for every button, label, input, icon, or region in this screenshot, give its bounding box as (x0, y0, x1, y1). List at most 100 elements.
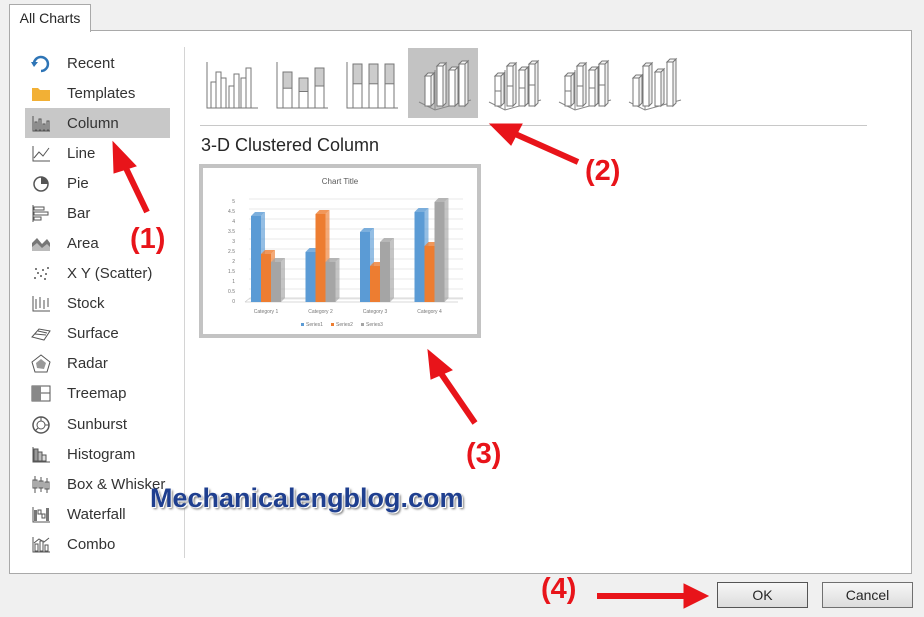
tab-all-charts[interactable]: All Charts (9, 4, 91, 32)
y-tick-label: 4.5 (228, 209, 235, 215)
x-tick-label: Category 4 (417, 309, 442, 315)
bar-series3-4 (434, 202, 445, 302)
annotation-label-3: (3) (466, 438, 502, 470)
arrowhead-4 (683, 583, 710, 609)
category-label: Sunburst (67, 415, 128, 433)
bar-series3-1 (271, 262, 281, 302)
category-label: Line (67, 144, 96, 162)
subtype-3d-100-stacked-column[interactable] (548, 48, 618, 118)
waterfall-chart-icon (30, 504, 52, 524)
annotation-label-2: (2) (585, 155, 621, 187)
column-chart-icon (30, 113, 52, 133)
3d-stacked-column-thumbnail-icon (488, 59, 542, 111)
stock-chart-icon (30, 294, 52, 314)
bar-series1-1 (251, 216, 261, 302)
annotation-label-4: (4) (541, 573, 577, 605)
category-item-x-y-scatter[interactable]: X Y (Scatter) (25, 259, 185, 289)
bar-series1-2 (305, 252, 316, 302)
line-chart-icon (30, 143, 52, 163)
bar-series2-3 (370, 266, 380, 302)
scatter-chart-icon (30, 264, 52, 284)
legend-entry: Series3 (366, 322, 383, 328)
box-whisker-chart-icon (30, 474, 52, 494)
x-tick-label: Category 2 (308, 309, 333, 315)
subtype-stacked-column[interactable] (268, 48, 338, 118)
y-tick-label: 2.5 (228, 249, 235, 255)
category-label: Surface (67, 325, 119, 343)
3d-column-thumbnail-icon (628, 57, 682, 111)
folder-icon (30, 83, 52, 103)
bar-series2-2 (315, 214, 326, 302)
category-item-treemap[interactable]: Treemap (25, 379, 185, 409)
preview-chart-title: Chart Title (322, 177, 359, 186)
surface-chart-icon (30, 324, 52, 344)
recent-icon (30, 53, 52, 73)
category-label: Recent (67, 54, 115, 72)
stacked-column-thumbnail-icon (276, 62, 328, 109)
area-chart-icon (30, 234, 52, 254)
x-tick-label: Category 3 (363, 309, 388, 315)
ok-button[interactable]: OK (717, 582, 808, 608)
bar-series2-4 (424, 246, 435, 302)
y-tick-label: 1 (232, 279, 235, 285)
bar-series2-1 (261, 254, 271, 302)
category-label: Bar (67, 204, 91, 222)
category-item-stock[interactable]: Stock (25, 289, 185, 319)
bar-chart-icon (30, 203, 52, 223)
category-item-recent[interactable]: Recent (25, 48, 185, 78)
category-item-surface[interactable]: Surface (25, 319, 185, 349)
subtype-3d-clustered-column[interactable] (408, 48, 478, 118)
pie-chart-icon (30, 173, 52, 193)
combo-chart-icon (30, 534, 52, 554)
y-tick-label: 0.5 (228, 289, 235, 295)
category-label: X Y (Scatter) (67, 265, 153, 283)
category-item-histogram[interactable]: Histogram (25, 439, 185, 469)
subtype-100-stacked-column[interactable] (338, 48, 408, 118)
watermark-text: Mechanicalengblog.com (150, 483, 464, 513)
category-item-templates[interactable]: Templates (25, 78, 185, 108)
histogram-chart-icon (30, 444, 52, 464)
category-label: Area (67, 235, 99, 253)
bar-series3-3 (380, 242, 390, 302)
category-label: Radar (67, 355, 108, 373)
legend-swatch (301, 323, 304, 326)
radar-chart-icon (30, 354, 52, 374)
cancel-button[interactable]: Cancel (822, 582, 913, 608)
bar-side (390, 238, 394, 302)
treemap-chart-icon (30, 384, 52, 404)
y-tick-label: 2 (232, 259, 235, 265)
category-item-line[interactable]: Line (25, 138, 185, 168)
chart-preview-svg: Chart Title 0 0.5 1 1.5 2 2.5 3 3.5 4 4.5 5 Category… (228, 177, 463, 328)
y-tick-label: 1.5 (228, 269, 235, 275)
category-label: Pie (67, 174, 89, 192)
chart-subtype-gallery (198, 48, 688, 120)
legend-swatch (361, 323, 364, 326)
legend-entry: Series2 (336, 322, 353, 328)
subtype-3d-stacked-column[interactable] (478, 48, 548, 118)
category-label: Treemap (67, 385, 127, 403)
category-label: Histogram (67, 445, 136, 463)
x-tick-label: Category 1 (254, 309, 279, 315)
bar-series3-2 (325, 262, 336, 302)
y-tick-label: 0 (232, 299, 235, 305)
category-item-radar[interactable]: Radar (25, 349, 185, 379)
y-tick-label: 3 (232, 239, 235, 245)
subtype-3d-column[interactable] (618, 48, 688, 118)
bar-side (335, 258, 340, 302)
legend-swatch (331, 323, 334, 326)
3d-100-stacked-column-thumbnail-icon (558, 59, 612, 111)
subtype-clustered-column[interactable] (198, 48, 268, 118)
bar-side (444, 198, 449, 302)
3d-clustered-column-thumbnail-icon (418, 59, 472, 111)
category-item-column[interactable]: Column (25, 108, 170, 139)
chart-preview[interactable]: Chart Title 0 0.5 1 1.5 2 2.5 3 3.5 4 4.5 5 Category… (199, 164, 481, 338)
annotation-label-1: (1) (130, 223, 166, 255)
bar-series1-3 (360, 232, 370, 302)
category-item-pie[interactable]: Pie (25, 168, 185, 198)
category-item-combo[interactable]: Combo (25, 529, 185, 559)
y-tick-label: 5 (232, 199, 235, 205)
clustered-column-thumbnail-icon (206, 62, 258, 109)
category-item-sunburst[interactable]: Sunburst (25, 409, 185, 439)
y-tick-label: 4 (232, 219, 235, 225)
100-stacked-column-thumbnail-icon (346, 62, 398, 109)
